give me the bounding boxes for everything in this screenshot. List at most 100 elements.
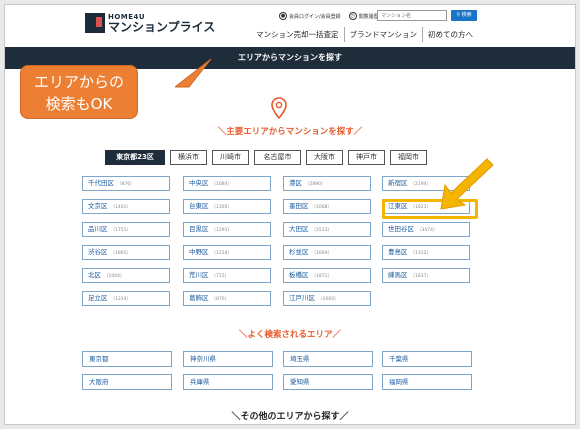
global-nav: マンション売却一括査定 ブランドマンション 初めての方へ [251, 27, 478, 42]
ward-count: （1314） [110, 297, 131, 302]
city-tabs: 東京都23区 横浜市 川崎市 名古屋市 大阪市 神戸市 福岡市 [105, 150, 427, 165]
ward-count: （870） [211, 297, 230, 302]
nav-brand-mansion[interactable]: ブランドマンション [343, 27, 423, 42]
tab-tokyo23[interactable]: 東京都23区 [105, 150, 165, 165]
ward-link[interactable]: 荒川区 （715） [183, 268, 271, 283]
ward-count: （1068） [311, 205, 332, 210]
ward-link[interactable]: 目黒区 （1293） [183, 222, 271, 237]
ward-name: 大田区 [289, 225, 309, 233]
ward-name: 文京区 [88, 202, 108, 210]
ward-name: 板橋区 [289, 271, 309, 279]
ward-count: （1083） [318, 297, 339, 302]
ward-link[interactable]: 板橋区 （1871） [283, 268, 371, 283]
page-frame: HOME4U マンションプライス ● 会員ログイン/会員登録 ◷ 閲覧履歴 ⚲ … [4, 4, 576, 425]
ward-link[interactable]: 港区 （2890） [283, 176, 371, 191]
site-logo[interactable]: HOME4U マンションプライス [85, 13, 215, 33]
tab-kawasaki[interactable]: 川崎市 [212, 150, 249, 165]
prefecture-link[interactable]: 兵庫県 [183, 374, 273, 390]
ward-count: （715） [211, 274, 230, 279]
ward-link[interactable]: 世田谷区 （3474） [382, 222, 470, 237]
tab-kobe[interactable]: 神戸市 [348, 150, 385, 165]
ward-count: （876） [117, 182, 135, 187]
ward-name: 葛飾区 [189, 294, 209, 302]
ward-name: 世田谷区 [388, 225, 414, 233]
ward-link[interactable]: 千代田区 （876） [82, 176, 170, 191]
ward-count: （2194） [410, 182, 431, 187]
ward-link[interactable]: 杉並区 （1669） [283, 245, 371, 260]
ward-name: 新宿区 [388, 179, 408, 187]
tab-osaka[interactable]: 大阪市 [306, 150, 343, 165]
ward-count: （1293） [211, 228, 232, 233]
nav-first-time[interactable]: 初めての方へ [422, 27, 478, 42]
ward-link[interactable]: 台東区 （1305） [183, 199, 271, 214]
ward-link[interactable]: 中央区 （1084） [183, 176, 271, 191]
ward-name: 中野区 [189, 248, 209, 256]
search-button[interactable]: ⚲ 検索 [451, 10, 477, 21]
ward-name: 台東区 [189, 202, 209, 210]
ward-count: （1084） [211, 182, 232, 187]
ward-count: （1312） [410, 251, 431, 256]
ward-count: （1837） [410, 274, 431, 279]
prefecture-link[interactable]: 東京都 [82, 351, 172, 367]
logo-title: マンションプライス [108, 19, 216, 34]
ward-name: 練馬区 [388, 271, 408, 279]
prefecture-link[interactable]: 神奈川県 [183, 351, 273, 367]
ward-count: （1461） [110, 205, 131, 210]
ward-link[interactable]: 大田区 （2533） [283, 222, 371, 237]
ward-count: （2533） [311, 228, 332, 233]
ward-link[interactable]: 北区 （1004） [82, 268, 170, 283]
ward-count: （1004） [104, 274, 125, 279]
ward-name: 港区 [289, 179, 302, 187]
ward-name: 千代田区 [88, 179, 114, 187]
ward-name: 北区 [88, 271, 101, 279]
ward-count: （1865） [110, 251, 131, 256]
ward-count: （1669） [311, 251, 332, 256]
ward-count: （1871） [311, 274, 332, 279]
ward-link[interactable]: 中野区 （1234） [183, 245, 271, 260]
user-links: ● 会員ログイン/会員登録 ◷ 閲覧履歴 [279, 12, 379, 20]
clock-icon: ◷ [348, 12, 357, 20]
history-link[interactable]: ◷ 閲覧履歴 [348, 12, 379, 20]
ward-name: 墨田区 [289, 202, 309, 210]
prefecture-link[interactable]: 埼玉県 [283, 351, 373, 367]
ward-link[interactable]: 品川区 （1751） [82, 222, 170, 237]
tab-yokohama[interactable]: 横浜市 [170, 150, 207, 165]
logo-icon [85, 13, 105, 33]
callout-tail [175, 59, 212, 88]
nav-sell-appraisal[interactable]: マンション売却一括査定 [251, 27, 344, 42]
ward-name: 目黒区 [189, 225, 209, 233]
ward-count: （1234） [211, 251, 232, 256]
prefecture-link[interactable]: 千葉県 [382, 351, 472, 367]
ward-link[interactable]: 練馬区 （1837） [382, 268, 470, 283]
ward-count: （3474） [417, 228, 438, 233]
ward-link[interactable]: 渋谷区 （1865） [82, 245, 170, 260]
other-area-title: ＼その他のエリアから探す／ [231, 412, 349, 422]
search-icon: ⚲ [456, 12, 461, 18]
prefecture-link[interactable]: 大阪府 [82, 374, 172, 390]
user-icon: ● [279, 12, 287, 20]
tab-fukuoka[interactable]: 福岡市 [390, 150, 427, 165]
ward-link[interactable]: 豊島区 （1312） [382, 245, 470, 260]
annotation-callout: エリアからの 検索もOK [20, 65, 138, 119]
ward-count: （2890） [305, 182, 326, 187]
prefecture-link[interactable]: 愛知県 [283, 374, 373, 390]
ward-link[interactable]: 墨田区 （1068） [283, 199, 371, 214]
site-header: HOME4U マンションプライス ● 会員ログイン/会員登録 ◷ 閲覧履歴 ⚲ … [5, 5, 575, 47]
ward-link[interactable]: 葛飾区 （870） [183, 291, 271, 306]
search-input[interactable] [377, 10, 447, 21]
ward-link[interactable]: 江戸川区 （1083） [283, 291, 371, 306]
popular-area-title: ＼よく検索されるエリア／ [238, 330, 341, 340]
ward-name: 渋谷区 [88, 248, 108, 256]
ward-link[interactable]: 足立区 （1314） [82, 291, 170, 306]
ward-count: （1305） [211, 205, 232, 210]
login-link[interactable]: ● 会員ログイン/会員登録 [279, 12, 341, 20]
ward-name: 豊島区 [388, 248, 408, 256]
ward-name: 杉並区 [289, 248, 309, 256]
ward-name: 荒川区 [189, 271, 209, 279]
ward-name: 中央区 [189, 179, 209, 187]
ward-count: （1751） [110, 228, 131, 233]
prefecture-link[interactable]: 福岡県 [382, 374, 472, 390]
ward-name: 足立区 [88, 294, 108, 302]
tab-nagoya[interactable]: 名古屋市 [254, 150, 301, 165]
ward-link[interactable]: 文京区 （1461） [82, 199, 170, 214]
